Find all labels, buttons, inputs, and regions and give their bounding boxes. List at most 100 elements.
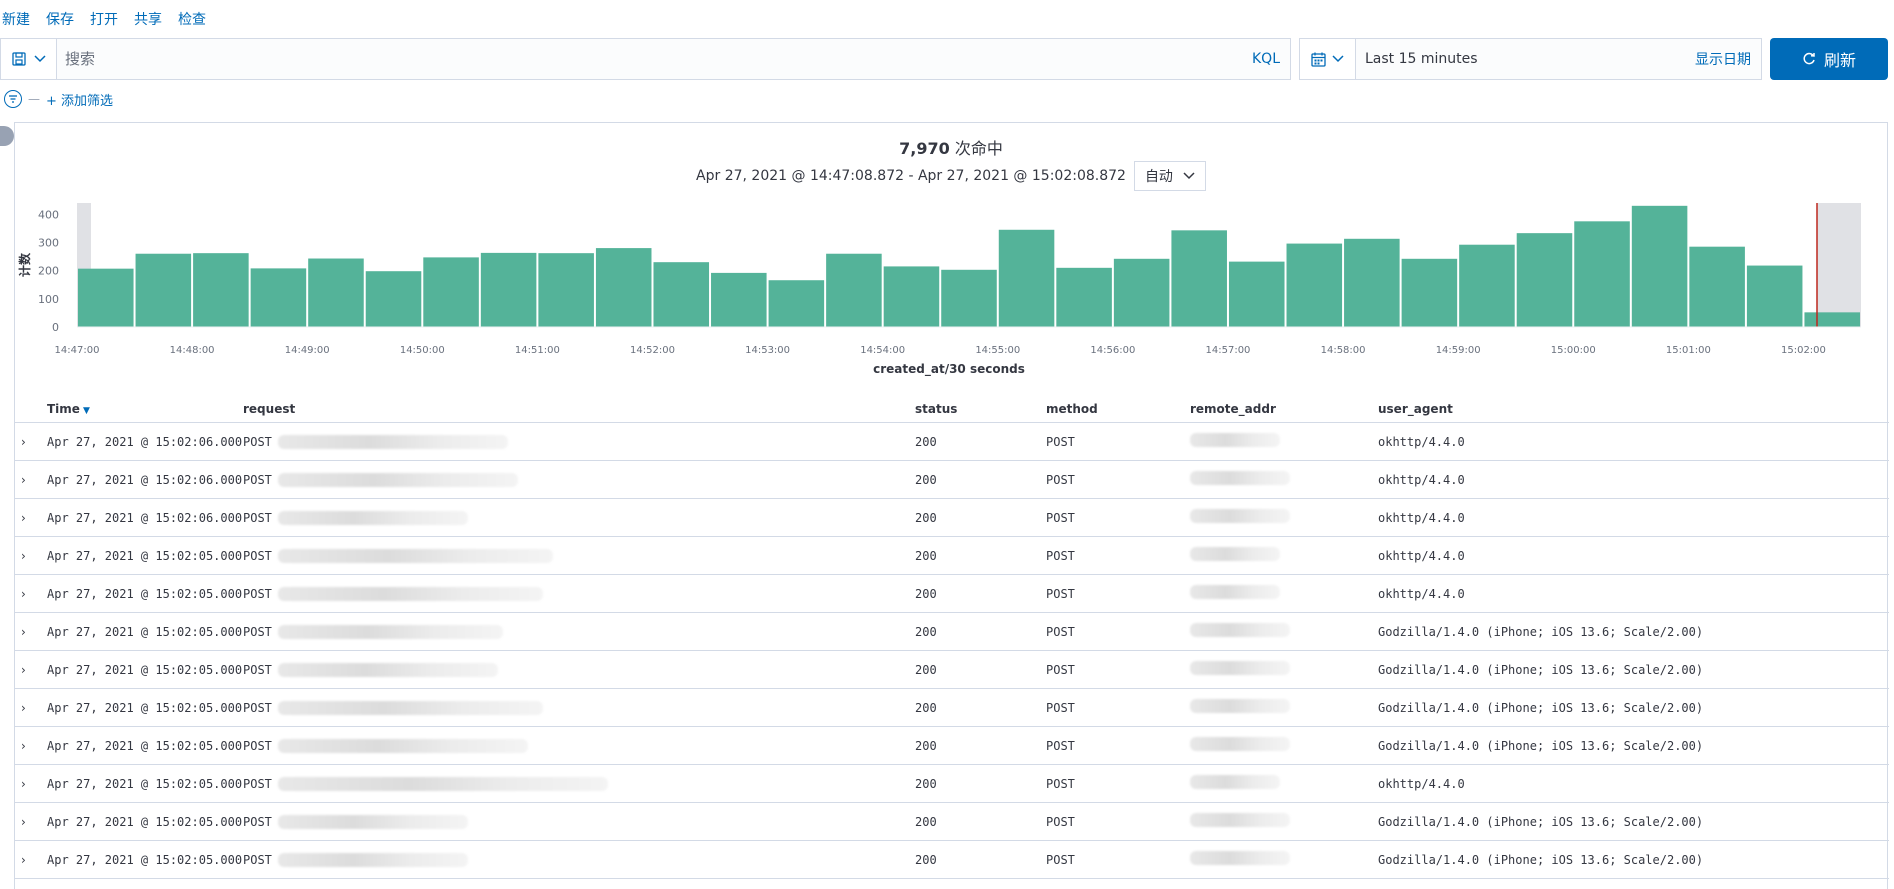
cell-status: 200 (915, 814, 937, 829)
date-range-text[interactable]: Last 15 minutes (1356, 51, 1695, 67)
cell-user-agent: Godzilla/1.4.0 (iPhone; iOS 13.6; Scale/… (1378, 814, 1704, 829)
menu-share[interactable]: 共享 (134, 9, 162, 29)
sidebar-collapse-button[interactable] (0, 126, 14, 146)
table-row[interactable]: › Apr 27, 2021 @ 15:02:05.000 POST 200 POST o… (15, 575, 1889, 613)
query-language-toggle[interactable]: KQL (1242, 51, 1290, 67)
table-row[interactable]: › Apr 27, 2021 @ 15:02:05.000 POST 200 POST G… (15, 727, 1889, 765)
time-range-row: Apr 27, 2021 @ 14:47:08.872 - Apr 27, 20… (15, 161, 1887, 191)
filter-bar: — + 添加筛选 (4, 88, 113, 110)
saved-query-button[interactable] (1, 39, 57, 79)
redacted-block (1190, 547, 1280, 561)
show-dates-link[interactable]: 显示日期 (1695, 49, 1761, 69)
cell-remote-addr (1190, 585, 1378, 602)
redacted-block (277, 472, 518, 487)
histogram-bar (1344, 238, 1400, 327)
cell-remote-addr (1190, 471, 1378, 488)
histogram-bar (250, 268, 307, 327)
table-row[interactable]: › Apr 27, 2021 @ 15:02:06.000 POST 200 POST o… (15, 423, 1889, 461)
cell-user-agent: Godzilla/1.4.0 (iPhone; iOS 13.6; Scale/… (1378, 852, 1704, 867)
histogram-bar (1171, 230, 1227, 327)
table-row[interactable]: › Apr 27, 2021 @ 15:02:05.000 POST 200 POST G… (15, 841, 1889, 879)
redacted-block (277, 700, 543, 715)
expand-row-icon[interactable]: › (15, 815, 33, 829)
histogram-bar (595, 248, 652, 327)
cell-method: POST (1046, 586, 1075, 601)
expand-row-icon[interactable]: › (15, 473, 33, 487)
cell-method: POST (1046, 548, 1075, 563)
cell-request: POST (243, 510, 915, 525)
cell-remote-addr (1190, 737, 1378, 754)
cell-user-agent: okhttp/4.4.0 (1378, 434, 1465, 449)
interval-select[interactable]: 自动 (1133, 161, 1206, 191)
histogram-bar (1574, 221, 1630, 327)
x-tick-label: 15:01:00 (1666, 345, 1711, 356)
date-picker: Last 15 minutes 显示日期 (1299, 38, 1762, 80)
refresh-icon (1803, 52, 1815, 65)
refresh-button[interactable]: 刷新 (1770, 38, 1888, 80)
table-row[interactable]: › Apr 27, 2021 @ 15:02:05.000 POST 200 POST o… (15, 765, 1889, 803)
x-tick-label: 14:52:00 (630, 345, 675, 356)
add-filter-link[interactable]: + 添加筛选 (46, 90, 113, 109)
y-tick-label: 0 (52, 321, 59, 334)
menu-open[interactable]: 打开 (90, 9, 118, 29)
cell-status: 200 (915, 548, 937, 563)
table-row[interactable]: › Apr 27, 2021 @ 15:02:06.000 POST 200 POST o… (15, 461, 1889, 499)
redacted-block (277, 586, 543, 601)
table-row[interactable]: › Apr 27, 2021 @ 15:02:05.000 POST 200 POST G… (15, 689, 1889, 727)
cell-request: POST (243, 472, 915, 487)
histogram-bar (308, 258, 364, 327)
expand-row-icon[interactable]: › (15, 701, 33, 715)
hits-summary: 7,970 次命中 (15, 135, 1887, 159)
expand-row-icon[interactable]: › (15, 549, 33, 563)
histogram-bar (711, 272, 767, 327)
cell-user-agent: okhttp/4.4.0 (1378, 510, 1465, 525)
filter-menu-icon[interactable] (4, 90, 22, 108)
expand-row-icon[interactable]: › (15, 853, 33, 867)
redacted-block (1190, 433, 1280, 447)
cell-request: POST (243, 586, 915, 601)
cell-method: POST (1046, 852, 1075, 867)
y-tick-label: 200 (38, 265, 59, 278)
expand-row-icon[interactable]: › (15, 625, 33, 639)
menu-inspect[interactable]: 检查 (178, 9, 206, 29)
histogram-bar (1804, 312, 1860, 327)
cell-time: Apr 27, 2021 @ 15:02:06.000 (47, 510, 243, 525)
col-header-method[interactable]: method (1046, 402, 1190, 416)
expand-row-icon[interactable]: › (15, 777, 33, 791)
table-body: › Apr 27, 2021 @ 15:02:06.000 POST 200 POST o… (15, 423, 1889, 879)
expand-row-icon[interactable]: › (15, 511, 33, 525)
col-header-request[interactable]: request (243, 402, 915, 416)
expand-row-icon[interactable]: › (15, 739, 33, 753)
expand-row-icon[interactable]: › (15, 587, 33, 601)
cell-status: 200 (915, 586, 937, 601)
menu-new[interactable]: 新建 (2, 9, 30, 29)
cell-method: POST (1046, 738, 1075, 753)
redacted-block (1190, 775, 1280, 789)
expand-row-icon[interactable]: › (15, 663, 33, 677)
redacted-block (1190, 623, 1290, 637)
cell-remote-addr (1190, 623, 1378, 640)
x-tick-label: 14:55:00 (975, 345, 1020, 356)
col-header-time[interactable]: Time ▼ (33, 402, 243, 416)
col-header-user-agent[interactable]: user_agent (1378, 402, 1889, 416)
table-row[interactable]: › Apr 27, 2021 @ 15:02:05.000 POST 200 POST G… (15, 803, 1889, 841)
sort-desc-icon[interactable]: ▼ (83, 406, 90, 416)
table-row[interactable]: › Apr 27, 2021 @ 15:02:06.000 POST 200 POST o… (15, 499, 1889, 537)
redacted-block (1190, 851, 1290, 865)
cell-status: 200 (915, 472, 937, 487)
table-row[interactable]: › Apr 27, 2021 @ 15:02:05.000 POST 200 POST G… (15, 613, 1889, 651)
histogram-bar (193, 253, 249, 327)
menu-save[interactable]: 保存 (46, 9, 74, 29)
x-tick-label: 14:47:00 (55, 345, 100, 356)
search-input[interactable] (57, 39, 1242, 79)
expand-row-icon[interactable]: › (15, 435, 33, 449)
quick-select-button[interactable] (1300, 39, 1356, 79)
cell-method: POST (1046, 662, 1075, 677)
table-row[interactable]: › Apr 27, 2021 @ 15:02:05.000 POST 200 POST o… (15, 537, 1889, 575)
col-header-status[interactable]: status (915, 402, 1046, 416)
cell-time: Apr 27, 2021 @ 15:02:05.000 (47, 548, 243, 563)
y-tick-label: 100 (38, 293, 59, 306)
col-header-remote-addr[interactable]: remote_addr (1190, 402, 1378, 416)
table-row[interactable]: › Apr 27, 2021 @ 15:02:05.000 POST 200 POST G… (15, 651, 1889, 689)
histogram-bar (653, 262, 710, 327)
